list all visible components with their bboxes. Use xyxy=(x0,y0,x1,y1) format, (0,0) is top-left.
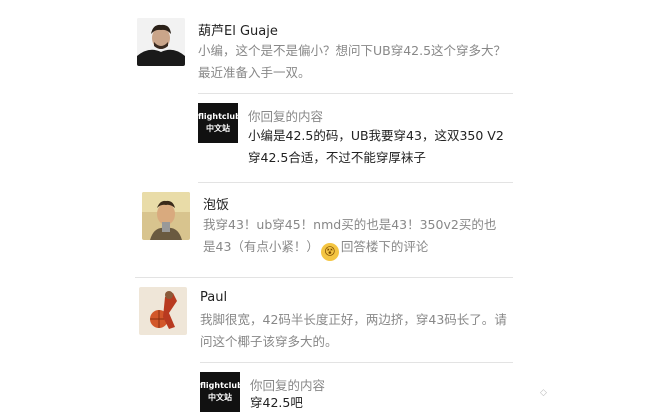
comment-user-name[interactable]: 泡饭 xyxy=(203,194,229,213)
comment-text: 小编，这个是不是偏小？想问下UB穿42.5这个穿多大？最近准备入手一双。 xyxy=(198,43,507,80)
reply-label: 你回复的内容 xyxy=(248,109,324,124)
avatar[interactable] xyxy=(139,287,187,335)
logo-text-en: flightclub xyxy=(200,381,243,390)
reply-divider xyxy=(198,93,513,94)
reply-to-below-link[interactable]: 回答楼下的评论 xyxy=(341,239,429,254)
user-portrait-icon xyxy=(137,18,185,66)
comment-user-name[interactable]: Paul xyxy=(200,290,227,305)
reply-text: 小编是42.5的码，UB我要穿43，这双350 V2穿42.5合适，不过不能穿厚… xyxy=(248,128,504,165)
comment-divider xyxy=(135,277,513,278)
scroll-marker-icon: ◇ xyxy=(540,388,547,398)
comment-divider xyxy=(198,182,513,183)
avatar[interactable] xyxy=(137,18,185,66)
user-portrait-icon xyxy=(142,192,190,240)
avatar[interactable] xyxy=(142,192,190,240)
logo-text-cn: 中文站 xyxy=(206,124,230,133)
comment-user-name[interactable]: 葫芦El Guaje xyxy=(198,20,278,39)
basketball-player-icon xyxy=(139,287,187,335)
dizzy-face-icon: 😵 xyxy=(320,243,339,261)
comment-thread: 葫芦El Guaje 小编，这个是不是偏小？想问下UB穿42.5这个穿多大？最近… xyxy=(0,0,650,412)
comment-text: 我穿43！ub穿45！nmd买的也是43！350v2买的也是43（有点小紧！） 😵… xyxy=(203,214,508,261)
flightclub-logo: flightclub 中文站 xyxy=(200,372,243,412)
reply-divider xyxy=(200,362,513,363)
logo-text-cn: 中文站 xyxy=(208,393,232,402)
flightclub-logo: flightclub 中文站 xyxy=(198,103,241,143)
comment-text: 我脚很宽，42码半长度正好，两边挤，穿43码长了。请问这个椰子该穿多大的。 xyxy=(200,312,507,349)
logo-text-en: flightclub xyxy=(198,112,241,121)
reply-text: 穿42.5吧 xyxy=(250,395,303,410)
